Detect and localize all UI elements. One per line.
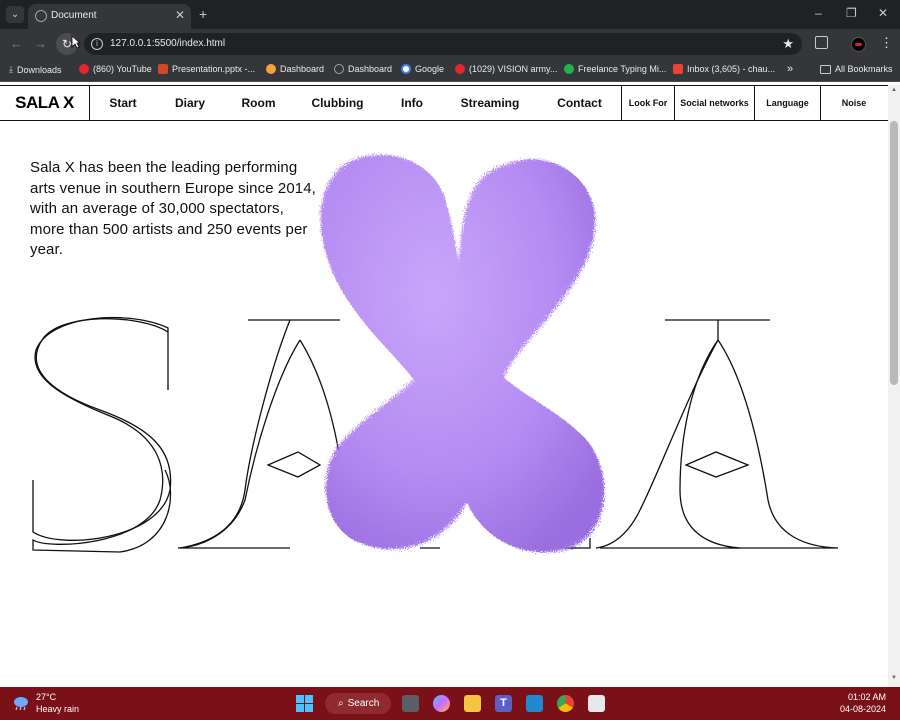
nav-diary[interactable]: Diary (156, 86, 224, 120)
dashboard-icon (266, 64, 276, 74)
letter-s-outline (32, 318, 172, 541)
search-icon: ⌕ (338, 698, 344, 709)
weather-description: Heavy rain (36, 704, 80, 714)
nav-info[interactable]: Info (382, 86, 442, 120)
back-arrow-icon[interactable]: ← (10, 36, 23, 51)
nav-noise[interactable]: Noise (820, 86, 887, 120)
vscode-icon[interactable] (526, 695, 543, 712)
minimize-icon[interactable]: – (815, 6, 822, 20)
chrome-icon[interactable] (557, 695, 574, 712)
windows-taskbar: 27°C Heavy rain ⌕ Search T 01:02 AM 04-0… (0, 687, 900, 720)
tab-title: Document (51, 10, 97, 21)
new-tab-plus-icon[interactable]: + (199, 6, 207, 22)
office-icon (158, 64, 168, 74)
gmail-icon (673, 64, 683, 74)
task-view-icon[interactable] (402, 695, 419, 712)
google-icon (401, 64, 411, 74)
bookmark-downloads[interactable]: ⤓ Downloads (9, 64, 62, 75)
profile-avatar[interactable] (851, 37, 866, 52)
globe-icon (334, 64, 344, 74)
file-explorer-icon[interactable] (464, 695, 481, 712)
fuzzy-purple-x-image (320, 154, 605, 553)
site-navigation: SALA X Start Diary Room Clubbing Info St… (0, 85, 888, 121)
snipping-tool-icon[interactable] (588, 695, 605, 712)
bookmark-star-icon[interactable]: ★ (782, 36, 794, 52)
youtube-icon (455, 64, 465, 74)
nav-streaming[interactable]: Streaming (442, 86, 538, 120)
folder-icon (820, 64, 831, 74)
site-info-icon[interactable]: i (91, 38, 103, 50)
download-icon: ⤓ (9, 64, 13, 74)
all-bookmarks[interactable]: All Bookmarks (820, 64, 893, 74)
nav-room[interactable]: Room (224, 86, 293, 120)
bookmark-freelance[interactable]: Freelance Typing Mi... (564, 64, 666, 74)
windows-start-icon[interactable] (296, 695, 313, 712)
address-bar[interactable]: i 127.0.0.1:5500/index.html ★ (84, 33, 802, 55)
page-scrollbar[interactable]: ▲ ▼ (888, 85, 900, 687)
browser-tab[interactable]: Document ✕ (28, 4, 191, 29)
close-tab-icon[interactable]: ✕ (175, 8, 185, 22)
scroll-down-icon[interactable]: ▼ (891, 675, 897, 681)
bookmark-presentation[interactable]: Presentation.pptx -... (158, 64, 255, 74)
bookmark-vision-army[interactable]: (1029) VISION army... (455, 64, 557, 74)
hero-description: Sala X has been the leading performing a… (30, 159, 316, 258)
bookmark-inbox[interactable]: Inbox (3,605) - chau... (673, 64, 775, 74)
close-window-icon[interactable]: ✕ (878, 6, 888, 20)
globe-icon (35, 10, 47, 22)
freelance-icon (564, 64, 574, 74)
nav-look-for[interactable]: Look For (621, 86, 674, 120)
mouse-cursor-icon (71, 35, 81, 49)
scrollbar-thumb[interactable] (890, 121, 898, 385)
bookmark-youtube[interactable]: (860) YouTube (79, 64, 152, 74)
nav-start[interactable]: Start (90, 86, 156, 120)
teams-icon[interactable]: T (495, 695, 512, 712)
copilot-icon[interactable] (433, 695, 450, 712)
browser-toolbar: ← → ↻ i 127.0.0.1:5500/index.html ★ ⋮ (0, 29, 900, 59)
restore-icon[interactable]: ❐ (846, 6, 857, 20)
rain-cloud-icon (14, 697, 28, 711)
nav-social-networks[interactable]: Social networks (674, 86, 754, 120)
taskbar-search[interactable]: ⌕ Search (325, 693, 391, 714)
url-text: 127.0.0.1:5500/index.html (110, 38, 226, 49)
tab-search-chevron-icon[interactable]: ⌄ (6, 6, 24, 23)
bookmark-dashboard-2[interactable]: Dashboard (334, 64, 392, 74)
letter-a-outline-2 (600, 319, 770, 549)
youtube-icon (79, 64, 89, 74)
nav-clubbing[interactable]: Clubbing (293, 86, 382, 120)
site-logo[interactable]: SALA X (0, 86, 90, 120)
bookmark-dashboard-1[interactable]: Dashboard (266, 64, 324, 74)
clock-date[interactable]: 04-08-2024 (840, 704, 886, 714)
scroll-up-icon[interactable]: ▲ (891, 87, 897, 93)
bookmark-google[interactable]: Google (401, 64, 444, 74)
browser-tab-strip: ⌄ Document ✕ + – ❐ ✕ (0, 0, 900, 29)
clock-time[interactable]: 01:02 AM (848, 692, 886, 702)
nav-language[interactable]: Language (754, 86, 820, 120)
nav-contact[interactable]: Contact (538, 86, 621, 120)
browser-menu-icon[interactable]: ⋮ (880, 35, 893, 51)
bookmarks-bar: ⤓ Downloads (860) YouTube Presentation.pp… (0, 59, 900, 82)
weather-temperature: 27°C (36, 692, 57, 702)
more-bookmarks-chevron-icon[interactable]: » (787, 63, 793, 75)
extensions-puzzle-icon[interactable] (815, 36, 828, 49)
forward-arrow-icon[interactable]: → (34, 36, 47, 51)
